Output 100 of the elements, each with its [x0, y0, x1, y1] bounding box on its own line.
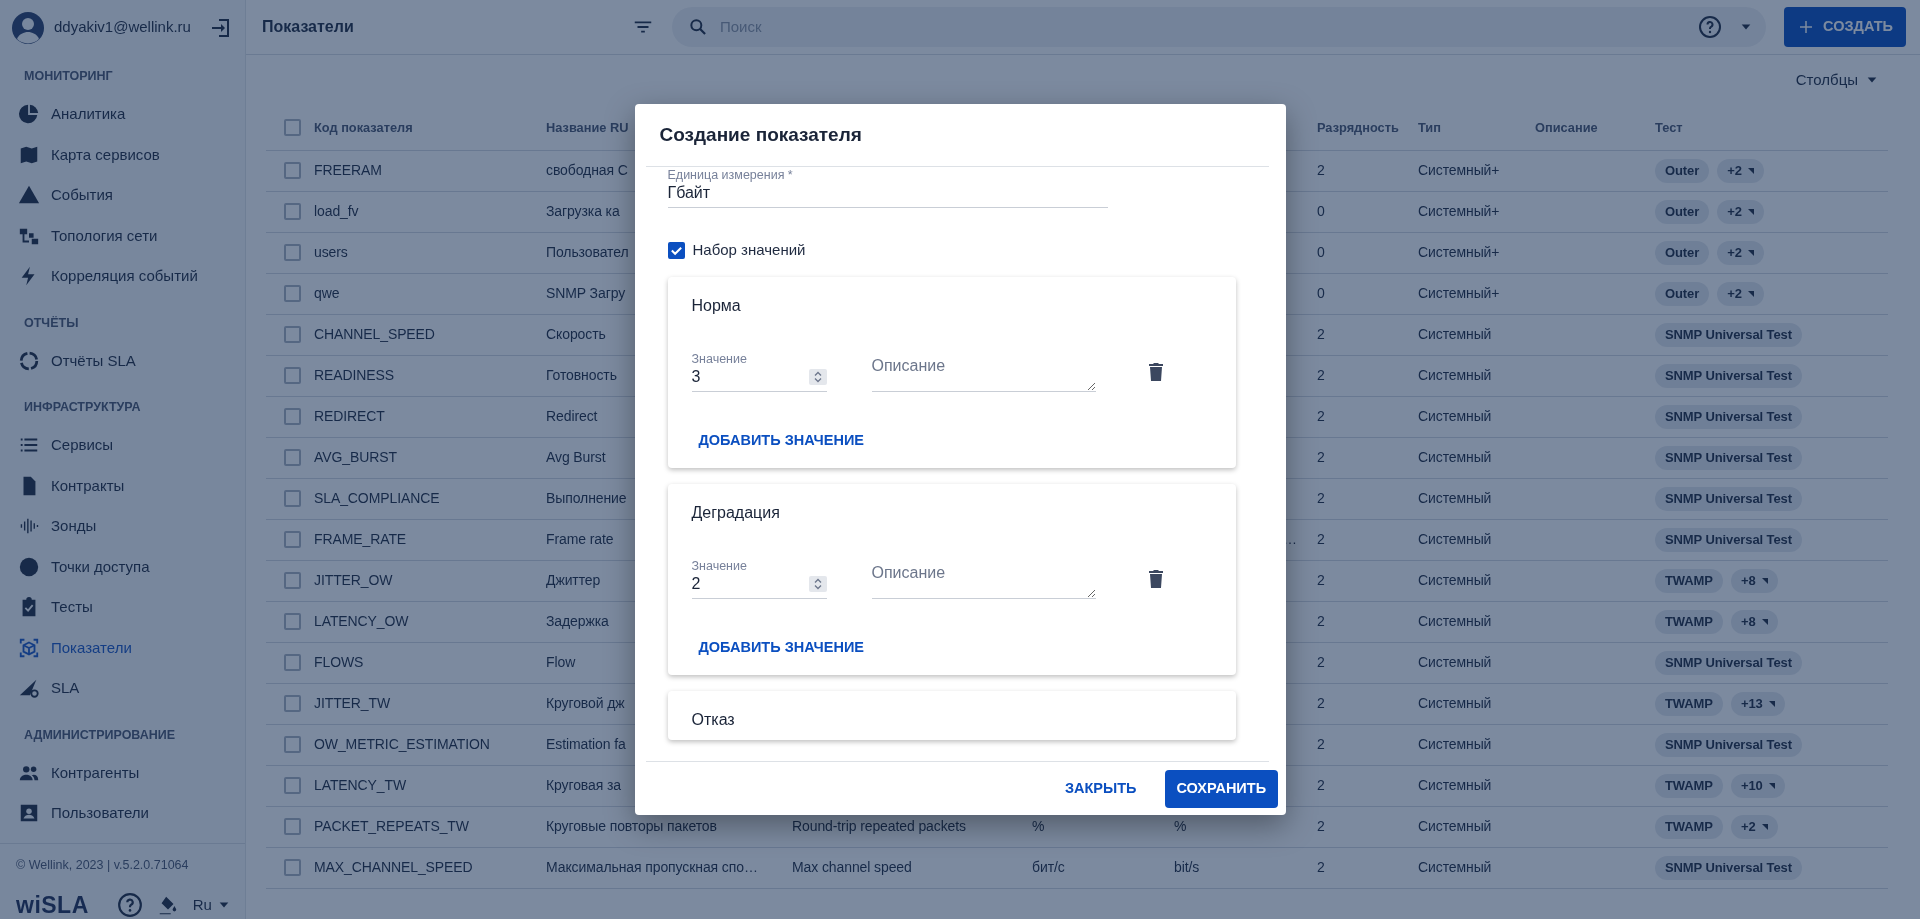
- caret-icon: [1761, 823, 1768, 830]
- close-button[interactable]: ЗАКРЫТЬ: [1052, 769, 1149, 808]
- row-checkbox[interactable]: [284, 859, 301, 876]
- section-heading: АДМИНИСТРИРОВАНИЕ: [23, 726, 177, 744]
- sidebar-item[interactable]: SLA: [0, 668, 245, 709]
- logo: wiSLA: [16, 890, 89, 919]
- row-checkbox[interactable]: [284, 285, 301, 302]
- column-header[interactable]: Название RU: [546, 117, 629, 137]
- columns-button[interactable]: Столбцы: [1795, 68, 1878, 92]
- column-header[interactable]: Тип: [1418, 117, 1441, 137]
- more-tag[interactable]: +2: [1717, 199, 1764, 224]
- table-cell-text: Round-trip repeated packets: [792, 817, 966, 836]
- table-cell-text: Системный+: [1418, 161, 1500, 180]
- table-cell-text: Системный: [1418, 817, 1492, 836]
- checkbox[interactable]: [667, 241, 685, 259]
- table-cell-text: 2: [1317, 817, 1325, 836]
- create-button[interactable]: СОЗДАТЬ: [1784, 7, 1906, 47]
- save-button[interactable]: СОХРАНИТЬ: [1164, 769, 1278, 808]
- row-checkbox[interactable]: [284, 736, 301, 753]
- row-checkbox[interactable]: [284, 326, 301, 343]
- sidebar-item[interactable]: Контрагенты: [0, 752, 245, 793]
- sidebar-item[interactable]: Зонды: [0, 506, 245, 547]
- column-header[interactable]: Описание: [1535, 117, 1598, 137]
- sidebar-item[interactable]: Корреляция событий: [0, 256, 245, 297]
- table-cell-text: Круговая за: [546, 776, 621, 795]
- language-selector[interactable]: Ru: [192, 893, 230, 916]
- table-cell-text: MAX_CHANNEL_SPEED: [314, 858, 473, 877]
- table-cell-text: Системный+: [1418, 243, 1500, 262]
- row-checkbox[interactable]: [284, 777, 301, 794]
- row-checkbox[interactable]: [284, 244, 301, 261]
- value-input[interactable]: 2: [691, 573, 809, 595]
- more-tag[interactable]: +8: [1730, 609, 1778, 634]
- row-checkbox[interactable]: [284, 490, 301, 507]
- table-cell-text: Системный: [1418, 612, 1492, 631]
- header-checkbox[interactable]: [284, 118, 301, 136]
- table-cell-text: FLOWS: [314, 653, 364, 672]
- test-tag: SNMP Universal Test: [1655, 445, 1802, 470]
- sidebar-item[interactable]: События: [0, 175, 245, 216]
- column-header[interactable]: Тест: [1655, 117, 1683, 137]
- row-checkbox[interactable]: [284, 162, 301, 179]
- spinner-icon[interactable]: [808, 369, 827, 385]
- help-icon[interactable]: [1698, 15, 1722, 39]
- test-tag: SNMP Universal Test: [1655, 363, 1802, 388]
- row-checkbox[interactable]: [284, 449, 301, 466]
- table-cell-text: FRAME_RATE: [314, 530, 407, 549]
- test-tag: SNMP Universal Test: [1655, 855, 1802, 880]
- more-tag[interactable]: +2: [1717, 240, 1764, 265]
- test-tag: SNMP Universal Test: [1655, 322, 1802, 347]
- row-checkbox[interactable]: [284, 408, 301, 425]
- table-cell-text: 2: [1317, 571, 1325, 590]
- unit-input[interactable]: Гбайт: [667, 182, 1108, 208]
- sidebar-item[interactable]: Точки доступа: [0, 546, 245, 587]
- table-cell-text: users: [314, 243, 348, 262]
- more-tag[interactable]: +2: [1730, 814, 1778, 839]
- table-cell-text: 0: [1317, 284, 1325, 303]
- sidebar-item[interactable]: Сервисы: [0, 425, 245, 466]
- sidebar-item[interactable]: Показатели: [0, 627, 245, 668]
- table-cell-text: Системный: [1418, 325, 1492, 344]
- sidebar-item[interactable]: Пользователи: [0, 793, 245, 834]
- row-checkbox[interactable]: [284, 695, 301, 712]
- row-checkbox[interactable]: [284, 654, 301, 671]
- more-tag[interactable]: +10: [1730, 773, 1785, 798]
- table-cell-text: OW_METRIC_ESTIMATION: [314, 735, 490, 754]
- test-tag: TWAMP: [1655, 814, 1723, 839]
- search-icon: [688, 17, 708, 37]
- row-checkbox[interactable]: [284, 613, 301, 630]
- sidebar-item[interactable]: Контракты: [0, 465, 245, 506]
- more-tag[interactable]: +8: [1730, 568, 1778, 593]
- table-cell-text: 2: [1317, 858, 1325, 877]
- pie-chart-icon: [18, 103, 40, 126]
- more-tag[interactable]: +2: [1717, 158, 1764, 183]
- checkbox-label: Набор значений: [692, 240, 806, 260]
- table-cell-text: свободная С: [546, 161, 628, 180]
- sidebar-item[interactable]: Отчёты SLA: [0, 340, 245, 381]
- help-icon[interactable]: [116, 891, 143, 918]
- sidebar-item[interactable]: Тесты: [0, 587, 245, 628]
- row-checkbox[interactable]: [284, 818, 301, 835]
- more-tag[interactable]: +13: [1730, 691, 1785, 716]
- add-value-button[interactable]: ДОБАВИТЬ ЗНАЧЕНИЕ: [691, 422, 871, 459]
- row-checkbox[interactable]: [284, 531, 301, 548]
- sidebar-item[interactable]: Топология сети: [0, 215, 245, 256]
- column-header[interactable]: Код показателя: [314, 117, 413, 137]
- table-cell-text: 2: [1317, 694, 1325, 713]
- table-cell-text: 0: [1317, 243, 1325, 262]
- more-tag[interactable]: +2: [1717, 281, 1764, 306]
- table-cell-text: CHANNEL_SPEED: [314, 325, 435, 344]
- table-cell-text: 2: [1317, 366, 1325, 385]
- spinner-icon[interactable]: [808, 576, 827, 592]
- table-cell-text: Системный: [1418, 407, 1492, 426]
- sidebar-item[interactable]: Карта сервисов: [0, 134, 245, 175]
- row-checkbox[interactable]: [284, 203, 301, 220]
- card-title: Деградация: [691, 502, 780, 523]
- sidebar-item[interactable]: Аналитика: [0, 94, 245, 135]
- add-value-button[interactable]: ДОБАВИТЬ ЗНАЧЕНИЕ: [691, 629, 871, 666]
- table-cell-text: Системный: [1418, 653, 1492, 672]
- row-checkbox[interactable]: [284, 367, 301, 384]
- column-header[interactable]: Разрядность: [1317, 117, 1399, 137]
- row-checkbox[interactable]: [284, 572, 301, 589]
- value-input[interactable]: 3: [691, 366, 809, 388]
- table-cell-text: PACKET_REPEATS_TW: [314, 817, 469, 836]
